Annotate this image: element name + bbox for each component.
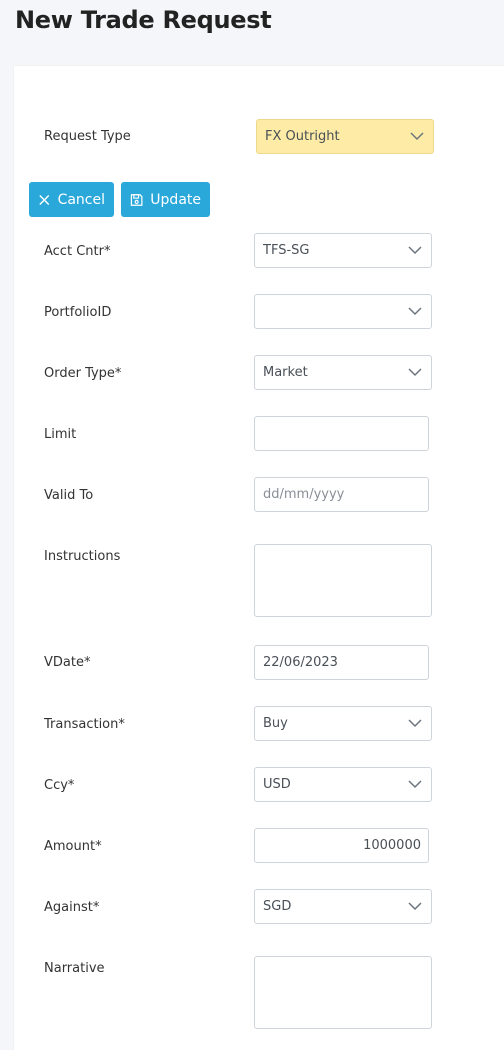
chevron-down-icon — [408, 718, 422, 727]
acct-cntr-select[interactable]: TFS-SG — [254, 233, 432, 268]
chevron-down-icon — [408, 367, 422, 376]
request-type-value: FX Outright — [265, 129, 340, 144]
valid-to-date-input[interactable]: dd/mm/yyyy — [254, 477, 429, 512]
chevron-down-icon — [408, 901, 422, 910]
against-select[interactable]: SGD — [254, 889, 432, 924]
request-type-label: Request Type — [44, 129, 131, 144]
amount-value: 1000000 — [363, 838, 421, 853]
portfolio-id-label: PortfolioID — [44, 305, 112, 320]
trade-request-form: Request Type FX Outright Cancel Update A… — [14, 66, 504, 1050]
ccy-select[interactable]: USD — [254, 767, 432, 802]
cancel-button[interactable]: Cancel — [29, 182, 114, 217]
vdate-label: VDate* — [44, 655, 91, 670]
valid-to-label: Valid To — [44, 488, 94, 503]
acct-cntr-value: TFS-SG — [263, 243, 310, 258]
vdate-input[interactable]: 22/06/2023 — [254, 645, 429, 680]
chevron-down-icon — [408, 245, 422, 254]
acct-cntr-label: Acct Cntr* — [44, 244, 111, 259]
chevron-down-icon — [410, 131, 424, 140]
transaction-label: Transaction* — [44, 717, 125, 732]
update-button[interactable]: Update — [121, 182, 210, 217]
valid-to-placeholder: dd/mm/yyyy — [263, 487, 345, 502]
transaction-value: Buy — [263, 716, 288, 731]
amount-label: Amount* — [44, 839, 102, 854]
order-type-label: Order Type* — [44, 366, 122, 381]
chevron-down-icon — [408, 306, 422, 315]
narrative-textarea[interactable] — [254, 956, 432, 1029]
save-icon — [130, 193, 143, 206]
cancel-button-label: Cancel — [57, 191, 105, 208]
limit-label: Limit — [44, 427, 77, 442]
narrative-label: Narrative — [44, 961, 105, 976]
transaction-select[interactable]: Buy — [254, 706, 432, 741]
limit-input[interactable] — [254, 416, 429, 451]
order-type-value: Market — [263, 365, 308, 380]
amount-input[interactable]: 1000000 — [254, 828, 429, 863]
order-type-select[interactable]: Market — [254, 355, 432, 390]
instructions-label: Instructions — [44, 549, 121, 564]
ccy-value: USD — [263, 777, 291, 792]
against-value: SGD — [263, 899, 292, 914]
chevron-down-icon — [408, 779, 422, 788]
close-icon — [39, 194, 50, 205]
request-type-select[interactable]: FX Outright — [256, 119, 434, 154]
instructions-textarea[interactable] — [254, 544, 432, 617]
portfolio-id-select[interactable] — [254, 294, 432, 329]
update-button-label: Update — [150, 191, 201, 208]
against-label: Against* — [44, 900, 100, 915]
ccy-label: Ccy* — [44, 778, 75, 793]
page-title: New Trade Request — [15, 6, 272, 34]
vdate-value: 22/06/2023 — [263, 655, 338, 670]
